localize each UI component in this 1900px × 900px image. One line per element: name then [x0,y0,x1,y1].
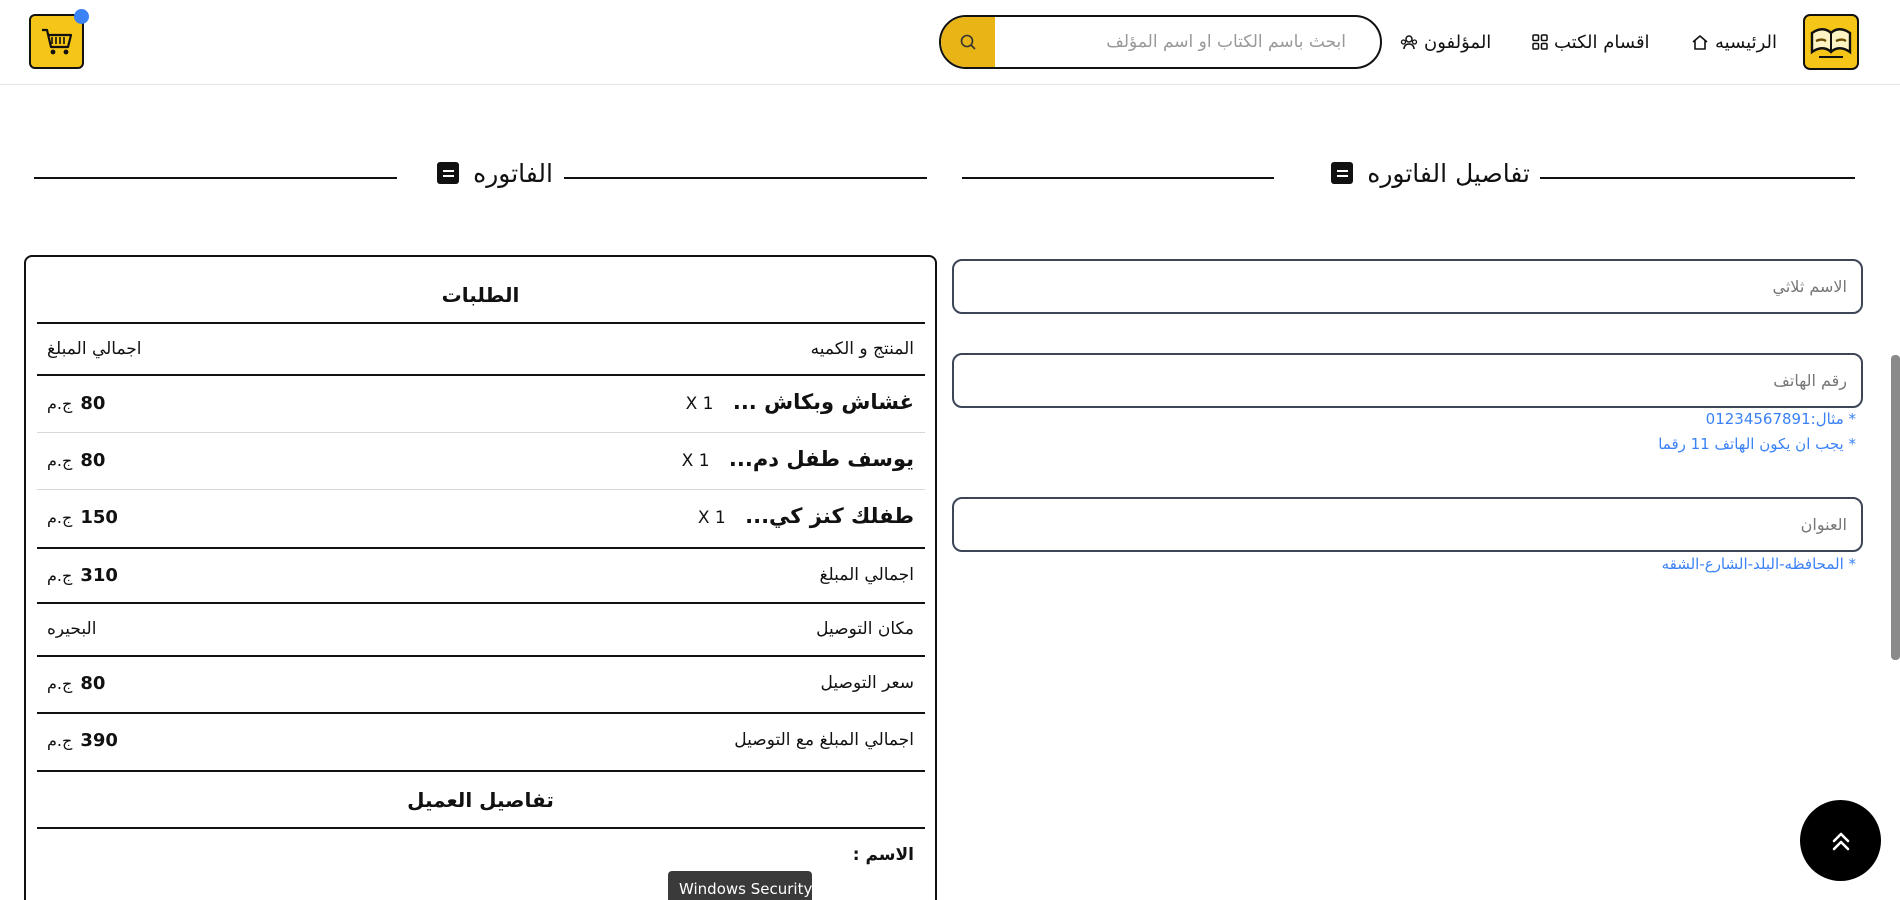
divider-line [34,177,397,179]
top-header: المؤلفون اقسام الكتب الرئيسيه [0,0,1900,85]
order-item-total: ج.م 150 [47,507,118,528]
site-logo[interactable] [1803,14,1859,70]
users-icon [1400,35,1418,50]
invoice-card: الطلبات المنتج و الكميه اجمالي المبلغ غش… [24,255,937,900]
grand-total-value: ج.م 390 [47,730,118,751]
divider-line [37,712,925,714]
search-bar [939,15,1382,69]
customer-name-label: الاسم : [852,845,914,865]
page-scrollbar[interactable] [1891,355,1900,660]
home-icon [1692,35,1708,50]
nav-home[interactable]: الرئيسيه [1691,28,1777,56]
cart-icon [41,28,72,54]
divider-line [564,177,927,179]
grid-icon [1532,34,1548,50]
divider-line [37,374,925,376]
search-icon [960,34,976,50]
orders-title: الطلبات [441,283,520,307]
address-hint: * المحافظه-البلد-الشارع-الشقه [1661,555,1856,573]
cart-badge-dot [74,9,89,24]
subtotal-amount: 310 [80,565,118,586]
divider-line [37,432,925,433]
full-name-field [952,259,1863,314]
divider-line [1540,177,1855,179]
currency-label: ج.م [47,394,73,413]
order-item-name: غشاش وبكاش ... [732,390,914,414]
nav-categories-label: اقسام الكتب [1554,31,1650,53]
address-input[interactable] [954,499,1861,550]
document-icon [437,162,460,184]
divider-line [37,770,925,772]
full-name-input[interactable] [954,261,1861,312]
search-button[interactable] [941,17,995,67]
delivery-location-text: البحيره [47,619,97,639]
currency-label: ج.م [47,566,73,585]
order-item: يوسف طفل دم... X 1 [682,447,914,471]
search-input[interactable] [995,17,1380,67]
delivery-price-label: سعر التوصيل [820,673,914,693]
order-item: غشاش وبكاش ... X 1 [686,390,914,414]
divider-line [37,827,925,829]
delivery-price-amount: 80 [80,673,106,694]
delivery-location-label: مكان التوصيل [816,619,914,639]
currency-label: ج.م [47,674,73,693]
currency-label: ج.م [47,731,73,750]
invoice-details-heading: تفاصيل الفاتوره [1290,156,1530,190]
phone-input[interactable] [954,355,1861,406]
grand-total-amount: 390 [80,730,118,751]
currency-label: ج.م [47,508,73,527]
order-item-qty: X 1 [681,451,710,471]
order-item-amount: 80 [80,450,106,471]
address-field [952,497,1863,552]
divider-line [37,489,925,490]
book-logo-icon [1810,28,1852,58]
scroll-to-top-button[interactable] [1800,800,1881,881]
column-header-total-label: اجمالي المبلغ [47,339,142,359]
order-item-name: طفلك كنز كي... [745,504,914,528]
divider-line [37,547,925,549]
invoice-heading: الفاتوره [413,156,553,190]
invoice-details-title: تفاصيل الفاتوره [1367,158,1530,188]
document-icon [1331,162,1354,184]
double-chevron-up-icon [1832,832,1849,850]
divider-line [37,655,925,657]
divider-line [37,602,925,604]
customer-details-title: تفاصيل العميل [407,788,554,812]
order-item-amount: 80 [80,393,106,414]
windows-security-tooltip: Windows Security [668,871,812,900]
phone-field [952,353,1863,408]
nav-authors[interactable]: المؤلفون [1400,28,1491,56]
phone-hint-example: * مثال:01234567891 [1705,410,1856,428]
subtotal-value: ج.م 310 [47,565,118,586]
column-header-total: اجمالي المبلغ [47,339,142,359]
page: المؤلفون اقسام الكتب الرئيسيه [0,0,1900,900]
nav-categories[interactable]: اقسام الكتب [1532,28,1650,56]
subtotal-label: اجمالي المبلغ [819,565,914,585]
order-item-qty: X 1 [697,508,726,528]
nav-authors-label: المؤلفون [1424,31,1492,53]
delivery-price-value: ج.م 80 [47,673,105,694]
order-item-amount: 150 [80,507,118,528]
grand-total-label: اجمالي المبلغ مع التوصيل [734,730,914,750]
order-item-name: يوسف طفل دم... [728,447,914,471]
divider-line [962,177,1274,179]
order-item-qty: X 1 [685,394,714,414]
phone-hint-length: * يجب ان يكون الهاتف 11 رقما [1658,435,1856,453]
order-item-total: ج.م 80 [47,393,105,414]
order-item: طفلك كنز كي... X 1 [698,504,914,528]
column-header-product: المنتج و الكميه [810,339,914,359]
nav-home-label: الرئيسيه [1715,31,1777,53]
delivery-location-value: البحيره [47,619,96,639]
order-item-total: ج.م 80 [47,450,105,471]
divider-line [37,322,925,324]
currency-label: ج.م [47,451,73,470]
invoice-title: الفاتوره [473,158,553,188]
